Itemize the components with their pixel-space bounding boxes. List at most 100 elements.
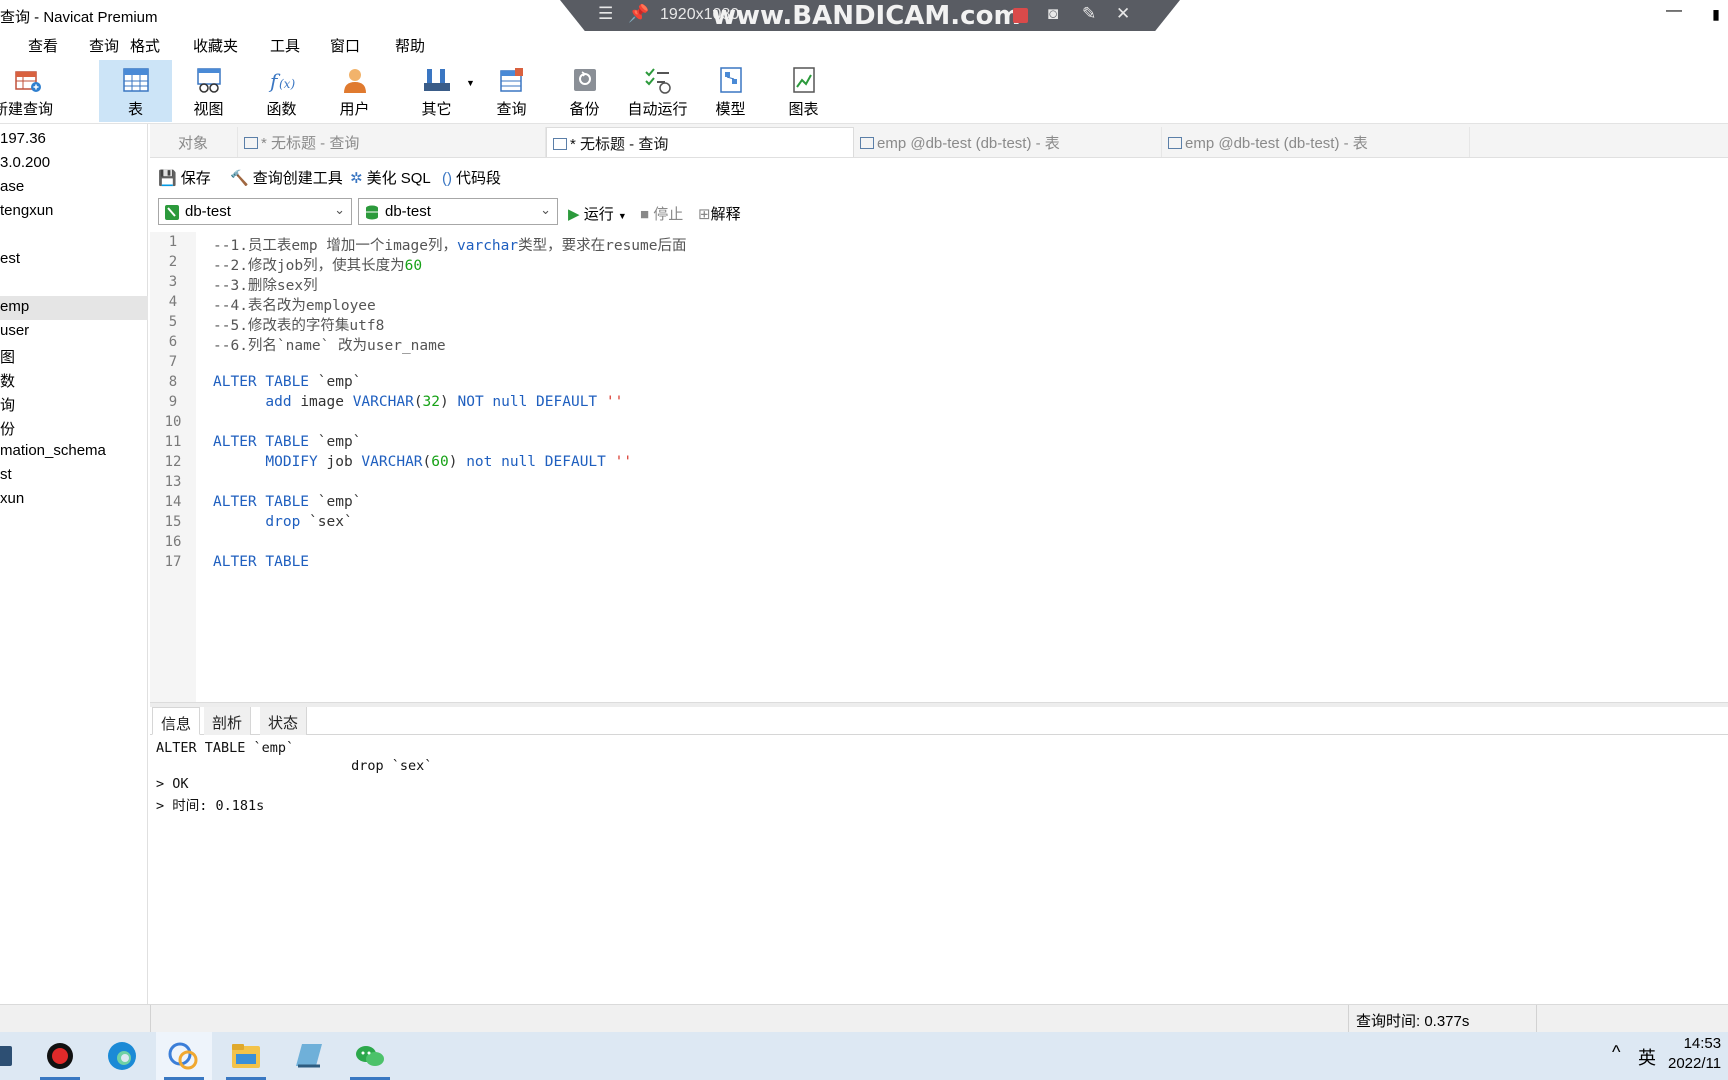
tab-emp-table-2[interactable]: emp @db-test (db-test) - 表 bbox=[1162, 127, 1470, 157]
taskbar-navicat[interactable] bbox=[156, 1032, 212, 1080]
taskbar-edge[interactable] bbox=[94, 1032, 150, 1080]
tree-item[interactable]: 数 bbox=[0, 368, 148, 392]
auto-run-label: 自动运行 bbox=[627, 101, 688, 118]
tab-untitled-query-1[interactable]: * 无标题 - 查询 bbox=[238, 127, 546, 157]
other-label: 其它 bbox=[421, 101, 452, 118]
tree-item[interactable]: 197.36 bbox=[0, 128, 148, 152]
beautify-sql-button[interactable]: ✲ 美化 SQL bbox=[350, 167, 431, 188]
tree-item[interactable]: ase bbox=[0, 176, 148, 200]
minimize-button[interactable]: — bbox=[1654, 2, 1694, 20]
code-line: ALTER TABLE `emp` bbox=[213, 374, 361, 394]
tab-emp-table-1[interactable]: emp @db-test (db-test) - 表 bbox=[854, 127, 1162, 157]
code-snippet-button[interactable]: () 代码段 bbox=[442, 167, 501, 188]
taskbar-file-explorer[interactable] bbox=[218, 1032, 274, 1080]
menu-query[interactable]: 查询 bbox=[89, 35, 119, 56]
code-line: --3.删除sex列 bbox=[213, 274, 318, 294]
table-button[interactable]: 表 bbox=[99, 60, 172, 122]
code-token: --3.删除sex列 bbox=[213, 278, 318, 294]
code-token: `emp` bbox=[317, 434, 362, 450]
tree-item[interactable]: xun bbox=[0, 488, 148, 512]
tree-item[interactable]: 3.0.200 bbox=[0, 152, 148, 176]
code-token: varchar bbox=[457, 238, 519, 254]
tree-item[interactable]: est bbox=[0, 248, 148, 272]
tree-item[interactable]: tengxun bbox=[0, 200, 148, 224]
explain-button[interactable]: ⊞解释 bbox=[698, 203, 741, 224]
connection-select[interactable]: db-test ⌄ bbox=[158, 198, 352, 225]
tab-objects[interactable]: 对象 bbox=[150, 127, 238, 157]
menu-format[interactable]: 格式 bbox=[130, 35, 160, 56]
play-icon: ▶ bbox=[568, 206, 580, 223]
tab-info[interactable]: 信息 bbox=[152, 707, 201, 735]
other-button[interactable]: 其它 bbox=[400, 60, 473, 122]
user-button[interactable]: 用户 bbox=[318, 60, 391, 122]
ime-indicator[interactable]: 英 bbox=[1638, 1044, 1656, 1070]
taskbar-wechat[interactable] bbox=[342, 1032, 398, 1080]
hammer-icon: 🔨 bbox=[230, 170, 249, 187]
status-divider bbox=[1348, 1005, 1349, 1032]
tray-expand-icon[interactable]: ^ bbox=[1612, 1042, 1620, 1063]
code-line: ALTER TABLE bbox=[213, 554, 309, 574]
stop-button[interactable]: ■ 停止 bbox=[640, 203, 683, 224]
menu-icon[interactable]: ☰ bbox=[598, 4, 613, 24]
record-icon bbox=[47, 1043, 73, 1069]
record-stop-icon[interactable] bbox=[1013, 8, 1028, 23]
close-button[interactable]: ▮ bbox=[1704, 6, 1728, 23]
code-line: --2.修改job列，使其长度为60 bbox=[213, 254, 422, 274]
chart-button[interactable]: 图表 bbox=[767, 60, 840, 122]
taskbar-app-notepad[interactable] bbox=[280, 1032, 336, 1080]
taskbar-bandicam[interactable] bbox=[32, 1032, 88, 1080]
menu-tools[interactable]: 工具 bbox=[270, 35, 300, 56]
code-token: `sex` bbox=[309, 514, 353, 530]
camera-icon[interactable]: ◙ bbox=[1048, 4, 1058, 24]
menu-help[interactable]: 帮助 bbox=[395, 35, 425, 56]
query-tab-icon bbox=[244, 137, 258, 149]
tree-item[interactable] bbox=[0, 224, 148, 248]
function-button[interactable]: f (x) 函数 bbox=[245, 60, 318, 122]
query-button[interactable]: 查询 bbox=[475, 60, 548, 122]
pin-icon[interactable]: 📌 bbox=[628, 4, 649, 24]
tree-item[interactable]: st bbox=[0, 464, 148, 488]
other-dropdown-icon[interactable]: ▼ bbox=[466, 78, 475, 88]
sql-editor[interactable]: 1 2 3 4 5 6 7 8 9 10 11 12 13 14 15 16 1… bbox=[150, 232, 1728, 702]
stop-icon: ■ bbox=[640, 206, 650, 223]
query-builder-button[interactable]: 🔨 查询创建工具 bbox=[230, 167, 343, 188]
menu-window[interactable]: 窗口 bbox=[330, 35, 360, 56]
database-select[interactable]: db-test ⌄ bbox=[358, 198, 558, 225]
tab-untitled-query-2[interactable]: * 无标题 - 查询 bbox=[546, 127, 854, 157]
code-token: 60 bbox=[431, 454, 449, 470]
chevron-down-icon: ⌄ bbox=[540, 202, 551, 217]
save-button[interactable]: 💾 保存 bbox=[158, 167, 211, 188]
model-button[interactable]: 模型 bbox=[694, 60, 767, 122]
backup-button[interactable]: 备份 bbox=[548, 60, 621, 122]
tab-status[interactable]: 状态 bbox=[260, 707, 308, 735]
close-icon[interactable]: ✕ bbox=[1116, 4, 1130, 24]
code-token: not null DEFAULT bbox=[466, 454, 615, 470]
tree-item[interactable]: 份 bbox=[0, 416, 148, 440]
tree-item[interactable]: mation_schema bbox=[0, 440, 148, 464]
line-number: 9 bbox=[168, 394, 178, 410]
tree-item-emp-selected[interactable]: emp bbox=[0, 296, 148, 320]
tree-item[interactable]: user bbox=[0, 320, 148, 344]
menu-view[interactable]: 查看 bbox=[28, 35, 58, 56]
run-dropdown-icon: ▼ bbox=[617, 211, 627, 221]
view-button[interactable]: 视图 bbox=[172, 60, 245, 122]
function-label: 函数 bbox=[266, 101, 297, 118]
pencil-icon[interactable]: ✎ bbox=[1082, 4, 1096, 24]
tree-item[interactable]: 询 bbox=[0, 392, 148, 416]
auto-run-button[interactable]: 自动运行 bbox=[621, 60, 694, 122]
menu-favorites[interactable]: 收藏夹 bbox=[193, 35, 238, 56]
notepad-icon bbox=[296, 1044, 322, 1068]
tab-profile[interactable]: 剖析 bbox=[204, 707, 252, 735]
new-query-button[interactable]: 新建查询 bbox=[0, 60, 56, 122]
code-token: ) bbox=[448, 454, 467, 470]
system-clock[interactable]: 14:53 2022/11 bbox=[1668, 1034, 1721, 1074]
explain-label: 解释 bbox=[710, 206, 741, 223]
tree-item[interactable]: 图 bbox=[0, 344, 148, 368]
tab-label: emp @db-test (db-test) - 表 bbox=[877, 135, 1060, 152]
code-token: --2.修改job列，使其长度为 bbox=[213, 258, 405, 274]
tree-item[interactable] bbox=[0, 272, 148, 296]
result-line: drop `sex` bbox=[156, 758, 433, 774]
new-query-label: 新建查询 bbox=[0, 101, 53, 118]
taskbar-app-partial[interactable] bbox=[0, 1032, 18, 1080]
run-button[interactable]: ▶ 运行 ▼ bbox=[568, 203, 627, 224]
